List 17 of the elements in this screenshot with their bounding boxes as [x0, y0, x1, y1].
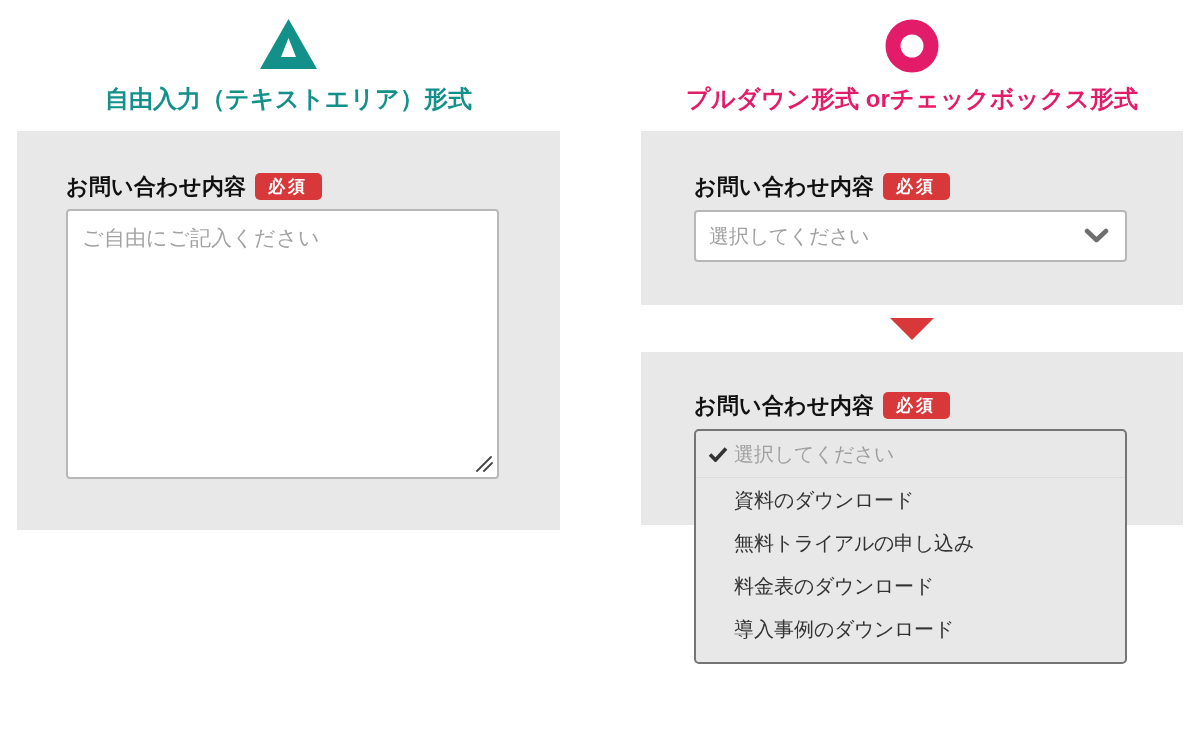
check-icon	[708, 446, 728, 462]
dropdown-option[interactable]: 資料のダウンロード	[696, 478, 1125, 521]
down-arrow-icon	[890, 318, 934, 340]
section-heading: 自由入力（テキストエリア）形式	[105, 84, 472, 114]
dropdown-option[interactable]: 無料トライアルの申し込み	[696, 521, 1125, 564]
resize-handle-icon	[476, 456, 493, 472]
textarea-field[interactable]: ご自由にご記入ください	[66, 209, 499, 479]
field-label: お問い合わせ内容	[66, 173, 246, 200]
chevron-down-icon	[1084, 228, 1109, 244]
section-heading: プルダウン形式 orチェックボックス形式	[686, 84, 1138, 114]
required-badge: 必須	[883, 392, 950, 419]
required-badge: 必須	[255, 173, 322, 200]
dropdown-option[interactable]: 料金表のダウンロード	[696, 564, 1125, 607]
dropdown-option[interactable]: 導入事例のダウンロード	[696, 607, 1125, 650]
field-label: お問い合わせ内容	[694, 392, 874, 419]
required-badge: 必須	[883, 173, 950, 200]
field-label: お問い合わせ内容	[694, 173, 874, 200]
